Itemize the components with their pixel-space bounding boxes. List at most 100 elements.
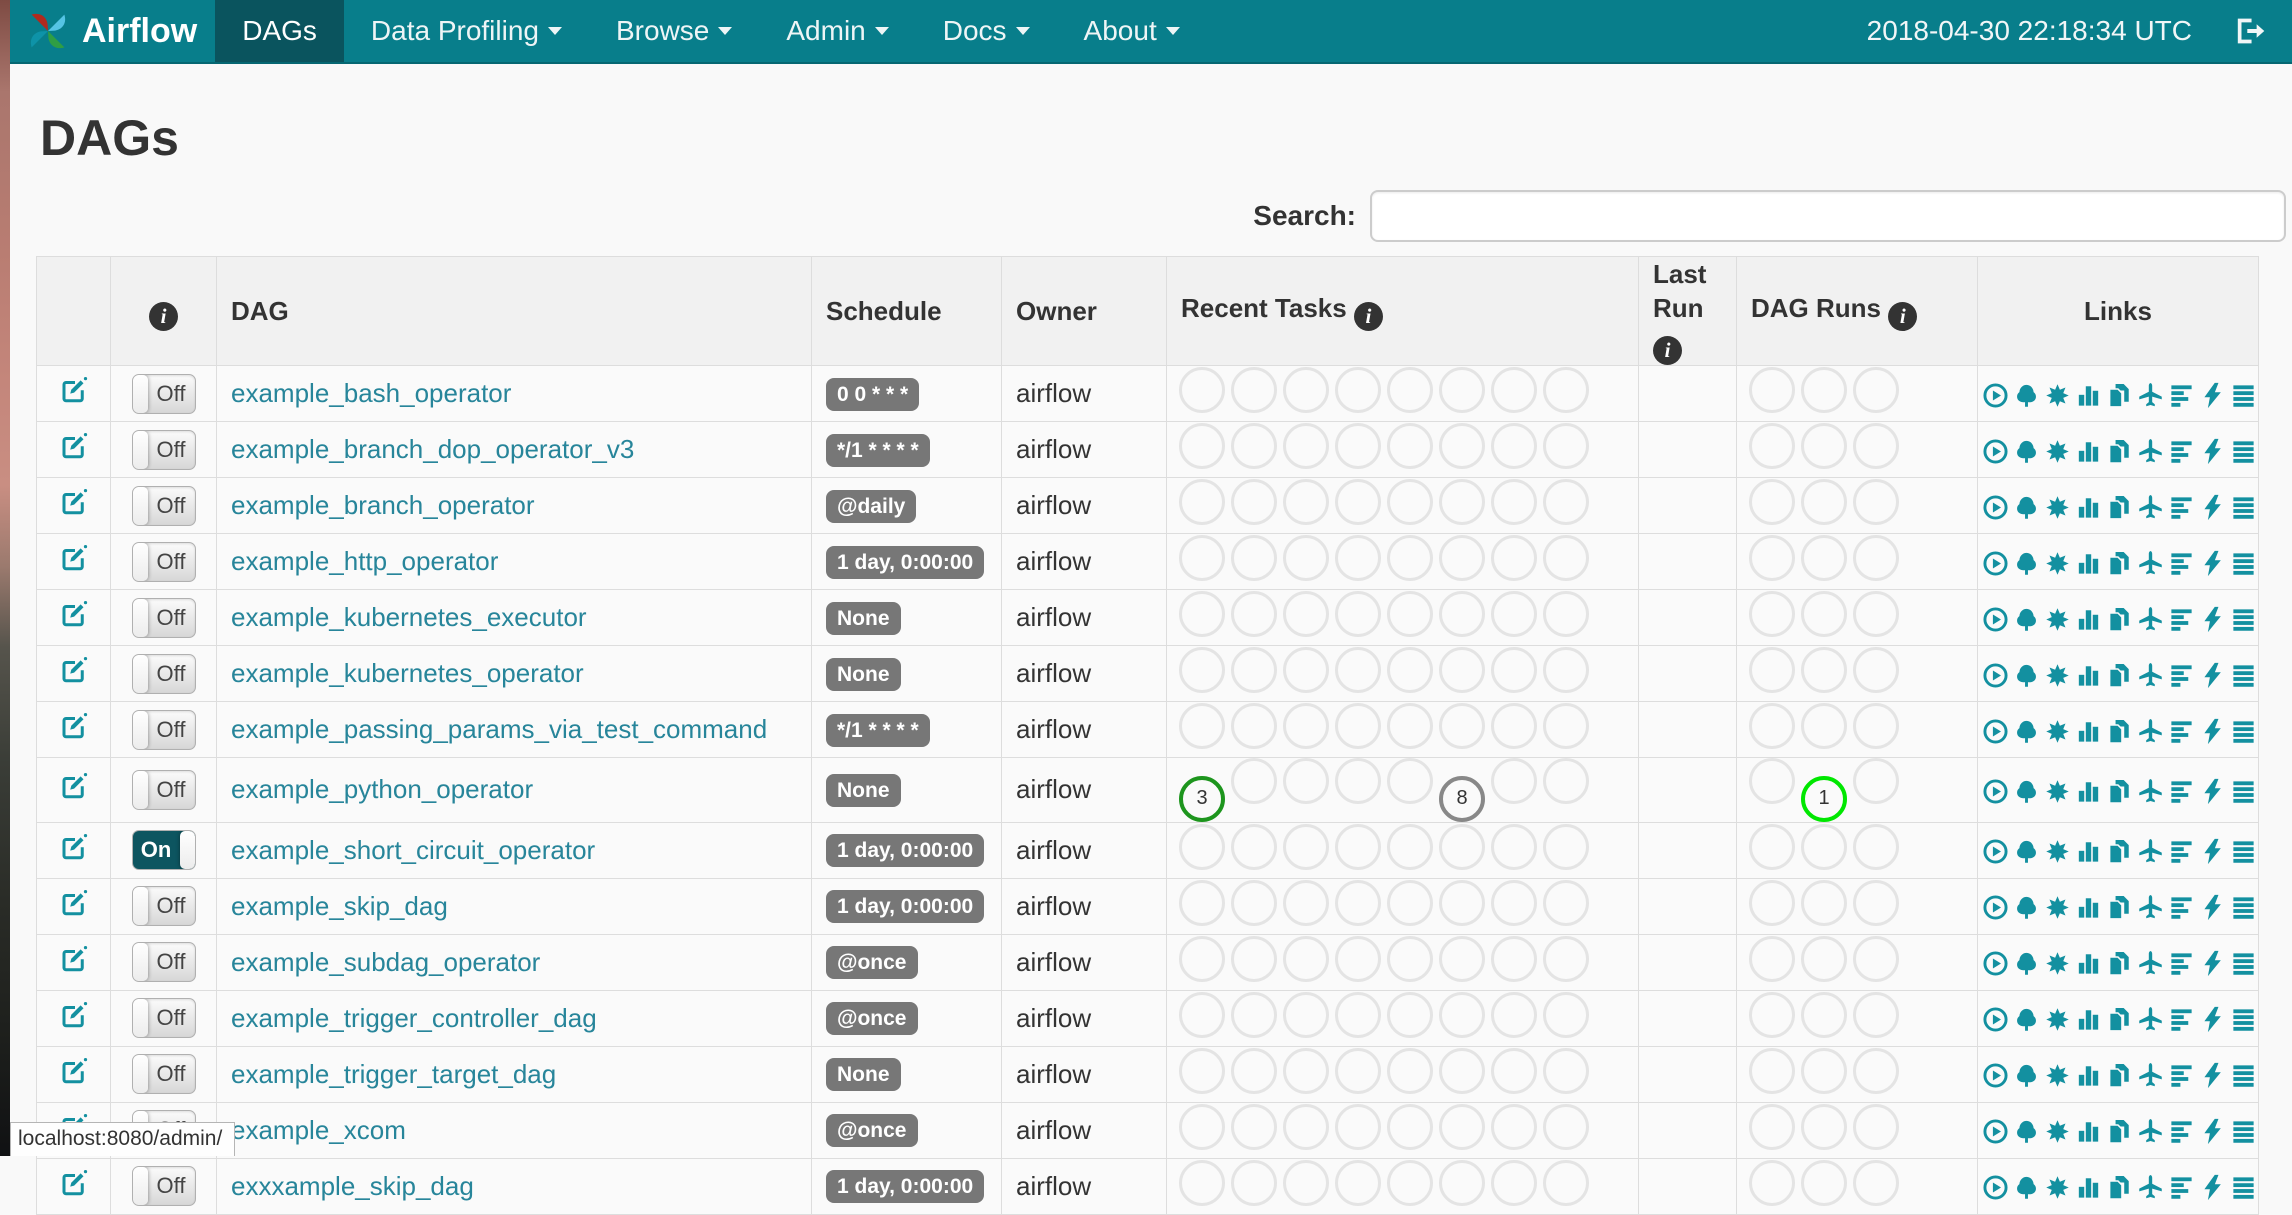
log-view-icon[interactable] [2230,1062,2257,1089]
task-tries-icon[interactable] [2106,718,2133,745]
dag-link[interactable]: example_http_operator [231,546,498,576]
task-tries-icon[interactable] [2106,606,2133,633]
dag-toggle[interactable]: Off [132,770,196,810]
run-count-circle[interactable]: 1 [1801,776,1847,822]
graph-view-icon[interactable] [2044,894,2071,921]
dag-link[interactable]: example_python_operator [231,774,533,804]
tree-view-icon[interactable] [2013,718,2040,745]
graph-view-icon[interactable] [2044,606,2071,633]
edit-dag-icon[interactable] [59,599,89,629]
tree-view-icon[interactable] [2013,838,2040,865]
landing-times-icon[interactable] [2137,382,2164,409]
dag-link[interactable]: exxxample_skip_dag [231,1171,474,1201]
graph-view-icon[interactable] [2044,662,2071,689]
edit-dag-icon[interactable] [59,888,89,918]
nav-item-admin[interactable]: Admin [759,0,915,62]
gantt-view-icon[interactable] [2168,1118,2195,1145]
trigger-dag-icon[interactable] [1982,1118,2009,1145]
dag-toggle[interactable]: Off [132,542,196,582]
dag-link[interactable]: example_xcom [231,1115,406,1145]
dag-toggle[interactable]: Off [132,374,196,414]
task-tries-icon[interactable] [2106,1118,2133,1145]
graph-view-icon[interactable] [2044,1174,2071,1201]
code-view-icon[interactable] [2199,894,2226,921]
tree-view-icon[interactable] [2013,894,2040,921]
landing-times-icon[interactable] [2137,838,2164,865]
nav-item-data-profiling[interactable]: Data Profiling [344,0,589,62]
log-view-icon[interactable] [2230,1118,2257,1145]
landing-times-icon[interactable] [2137,606,2164,633]
airflow-logo[interactable]: Airflow [10,0,215,62]
task-duration-icon[interactable] [2075,550,2102,577]
edit-dag-icon[interactable] [59,1168,89,1198]
gantt-view-icon[interactable] [2168,950,2195,977]
log-view-icon[interactable] [2230,1006,2257,1033]
gantt-view-icon[interactable] [2168,1174,2195,1201]
tree-view-icon[interactable] [2013,778,2040,805]
task-duration-icon[interactable] [2075,718,2102,745]
log-view-icon[interactable] [2230,382,2257,409]
task-tries-icon[interactable] [2106,438,2133,465]
task-tries-icon[interactable] [2106,950,2133,977]
code-view-icon[interactable] [2199,838,2226,865]
trigger-dag-icon[interactable] [1982,550,2009,577]
tree-view-icon[interactable] [2013,438,2040,465]
tree-view-icon[interactable] [2013,1174,2040,1201]
graph-view-icon[interactable] [2044,838,2071,865]
landing-times-icon[interactable] [2137,662,2164,689]
dag-toggle[interactable]: Off [132,654,196,694]
trigger-dag-icon[interactable] [1982,1174,2009,1201]
tree-view-icon[interactable] [2013,382,2040,409]
task-tries-icon[interactable] [2106,494,2133,521]
landing-times-icon[interactable] [2137,778,2164,805]
info-icon[interactable] [1354,302,1383,331]
graph-view-icon[interactable] [2044,778,2071,805]
log-view-icon[interactable] [2230,778,2257,805]
edit-dag-icon[interactable] [59,1000,89,1030]
graph-view-icon[interactable] [2044,382,2071,409]
dag-link[interactable]: example_kubernetes_executor [231,602,587,632]
dag-link[interactable]: example_skip_dag [231,891,448,921]
gantt-view-icon[interactable] [2168,894,2195,921]
edit-dag-icon[interactable] [59,375,89,405]
dag-link[interactable]: example_branch_dop_operator_v3 [231,434,634,464]
task-duration-icon[interactable] [2075,894,2102,921]
dag-toggle[interactable]: Off [132,710,196,750]
task-duration-icon[interactable] [2075,662,2102,689]
dag-toggle[interactable]: Off [132,942,196,982]
trigger-dag-icon[interactable] [1982,838,2009,865]
gantt-view-icon[interactable] [2168,606,2195,633]
log-view-icon[interactable] [2230,1174,2257,1201]
gantt-view-icon[interactable] [2168,494,2195,521]
tree-view-icon[interactable] [2013,1062,2040,1089]
gantt-view-icon[interactable] [2168,382,2195,409]
log-view-icon[interactable] [2230,894,2257,921]
header-pause-info[interactable] [111,257,217,366]
graph-view-icon[interactable] [2044,550,2071,577]
trigger-dag-icon[interactable] [1982,718,2009,745]
graph-view-icon[interactable] [2044,1062,2071,1089]
tree-view-icon[interactable] [2013,1118,2040,1145]
gantt-view-icon[interactable] [2168,550,2195,577]
dag-toggle[interactable]: Off [132,430,196,470]
edit-dag-icon[interactable] [59,832,89,862]
task-count-circle[interactable]: 8 [1439,776,1485,822]
gantt-view-icon[interactable] [2168,778,2195,805]
edit-dag-icon[interactable] [59,431,89,461]
code-view-icon[interactable] [2199,1174,2226,1201]
code-view-icon[interactable] [2199,1006,2226,1033]
dag-link[interactable]: example_bash_operator [231,378,511,408]
gantt-view-icon[interactable] [2168,662,2195,689]
code-view-icon[interactable] [2199,950,2226,977]
info-icon[interactable] [1653,336,1682,365]
tree-view-icon[interactable] [2013,550,2040,577]
code-view-icon[interactable] [2199,1118,2226,1145]
task-duration-icon[interactable] [2075,1006,2102,1033]
task-duration-icon[interactable] [2075,950,2102,977]
code-view-icon[interactable] [2199,778,2226,805]
trigger-dag-icon[interactable] [1982,662,2009,689]
nav-item-dags[interactable]: DAGs [215,0,344,62]
dag-link[interactable]: example_passing_params_via_test_command [231,714,767,744]
trigger-dag-icon[interactable] [1982,894,2009,921]
edit-dag-icon[interactable] [59,655,89,685]
